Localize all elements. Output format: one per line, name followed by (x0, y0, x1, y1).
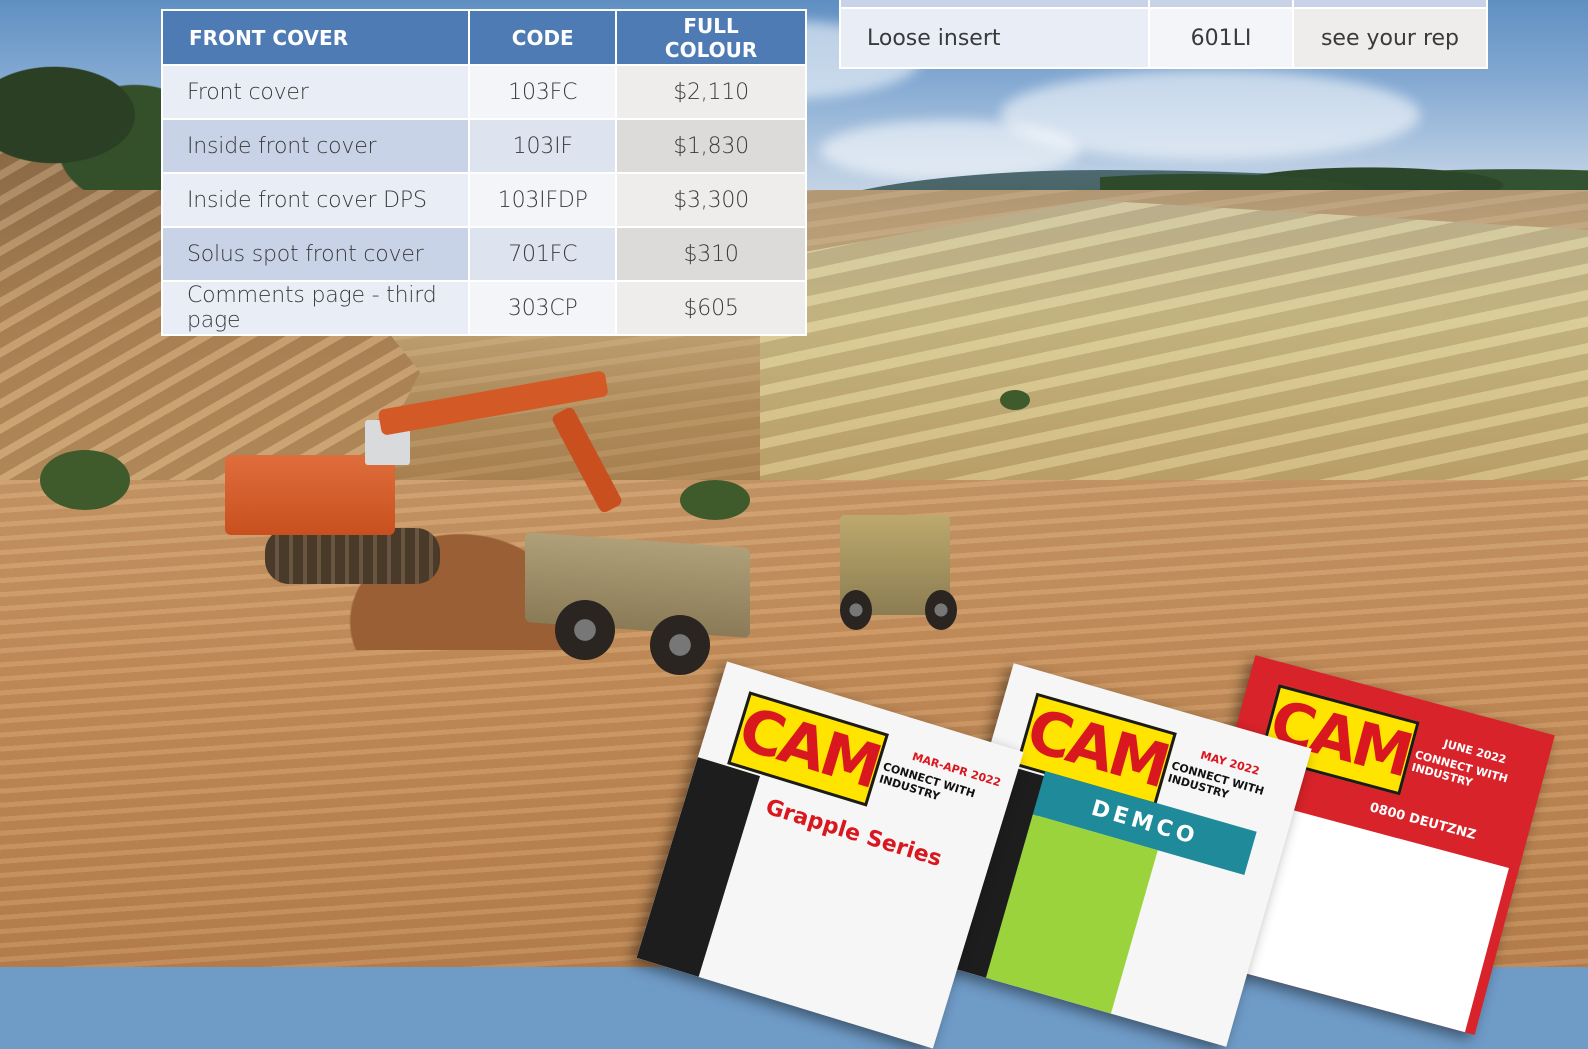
code-cell: 103IF (468, 118, 618, 174)
table-row: Loose insert 601LI see your rep (839, 7, 1488, 69)
cut-off-cell (1148, 0, 1294, 9)
code-cell: 303CP (468, 280, 618, 336)
code-cell: 701FC (468, 226, 618, 282)
item-cell: Loose insert (839, 7, 1150, 69)
bush (680, 480, 750, 520)
cut-off-cell (839, 0, 1150, 9)
truck-wheel (555, 600, 615, 660)
price-cell: $3,300 (615, 172, 807, 228)
bush (40, 450, 130, 510)
truck-wheel (840, 590, 872, 630)
item-cell: Solus spot front cover (160, 226, 471, 282)
excavator-body (225, 455, 395, 535)
truck-wheel (925, 590, 957, 630)
table-header-row: FRONT COVER CODE FULL COLOUR (160, 9, 807, 66)
item-cell: Front cover (160, 64, 471, 120)
excavator-track (265, 528, 440, 584)
code-cell: 103FC (468, 64, 618, 120)
code-cell: 601LI (1148, 7, 1294, 69)
pit-face-terraces (760, 200, 1588, 500)
column-header-full-colour: FULL COLOUR (615, 9, 807, 66)
price-cell: see your rep (1292, 7, 1488, 69)
price-cell: $310 (615, 226, 807, 282)
column-header-code: CODE (468, 9, 618, 66)
table-row: Inside front cover 103IF $1,830 (160, 118, 807, 174)
table-row: Comments page - third page 303CP $605 (160, 280, 807, 336)
code-cell: 103IFDP (468, 172, 618, 228)
price-cell: $1,830 (615, 118, 807, 174)
table-row: Inside front cover DPS 103IFDP $3,300 (160, 172, 807, 228)
price-cell: $605 (615, 280, 807, 336)
insert-rate-table: Loose insert 601LI see your rep (839, 0, 1488, 69)
table-row: Front cover 103FC $2,110 (160, 64, 807, 120)
forest-left (0, 40, 180, 190)
table-row: Solus spot front cover 701FC $310 (160, 226, 807, 282)
price-cell: $2,110 (615, 64, 807, 120)
cut-off-cell (1292, 0, 1488, 9)
table-row-cut-off (839, 0, 1488, 9)
item-cell: Inside front cover (160, 118, 471, 174)
cover-headline: Grapple Series (762, 794, 945, 873)
item-cell: Inside front cover DPS (160, 172, 471, 228)
column-header-front-cover: FRONT COVER (160, 9, 471, 66)
bush (1000, 390, 1030, 410)
front-cover-rate-table: FRONT COVER CODE FULL COLOUR Front cover… (160, 9, 807, 336)
item-cell: Comments page - third page (160, 280, 471, 336)
truck-wheel (650, 615, 710, 675)
